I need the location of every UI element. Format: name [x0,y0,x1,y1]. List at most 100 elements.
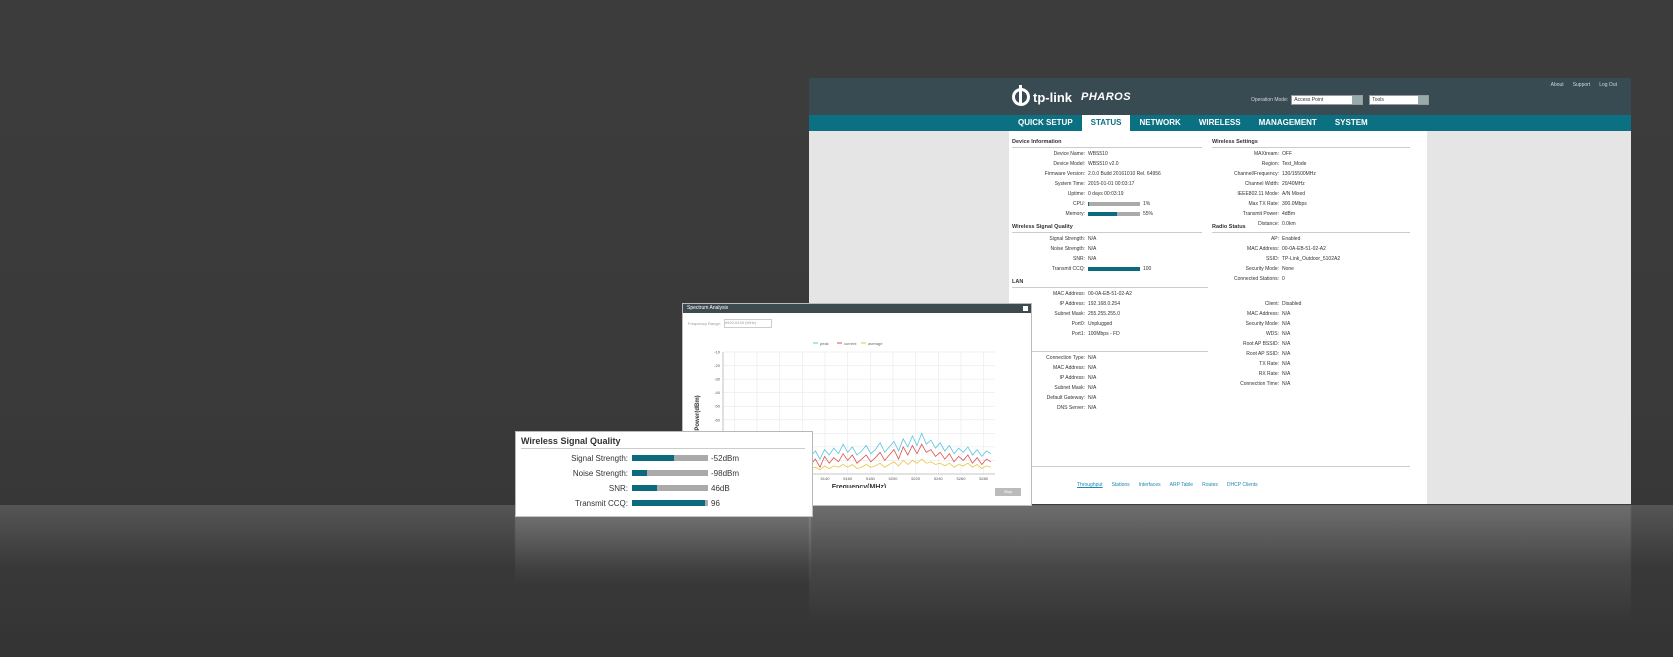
kv-key: Connection Time: [1240,381,1279,387]
kv-value-wrap: N/A [1088,403,1096,413]
tab-interfaces[interactable]: Interfaces [1139,482,1161,488]
kv-key: Root AP SSID: [1246,351,1279,357]
wireless-settings-title: Wireless Settings [1212,139,1258,145]
kv-key: Region: [1261,161,1279,167]
kv-key: MAC Address: [1053,291,1085,297]
kv-key: Security Mode: [1245,321,1279,327]
about-link[interactable]: About [1551,82,1564,88]
kv-value-wrap: N/A [1088,363,1096,373]
kv-value: Disabled [1282,301,1302,307]
kv-key: Max TX Rate: [1248,201,1279,207]
radio-status-title: Radio Status [1212,224,1246,230]
kv-row: SSID: TP-Link_Outdoor_5102A2 [1209,254,1340,264]
x-tick-label: 5220 [911,476,921,481]
wsq-key: SNR: [608,483,628,493]
tab-throughput[interactable]: Throughput [1077,482,1103,488]
kv-row: Device Model: WBS510 v2.0 [1009,159,1161,169]
kv-value: None [1282,266,1294,272]
kv-key: Device Name: [1053,151,1085,157]
level-bar-fill [1088,201,1090,206]
kv-value: 20/40MHz [1282,181,1305,187]
kv-value: 130/15500MHz [1282,171,1316,177]
close-icon[interactable] [1023,306,1028,311]
kv-value: 2015-01-01 00:03:17 [1088,181,1135,187]
kv-row: Firmware Version: 2.0.0 Build 20161010 Re… [1009,169,1161,179]
kv-row: Client: Disabled [1209,299,1302,309]
kv-key: Signal Strength: [1049,236,1085,242]
kv-key: RX Rate: [1258,371,1279,377]
kv-row: IEEE802.11 Mode: A/N Mixed [1209,189,1316,199]
level-bar-fill [1088,211,1117,216]
client-list: Client: Disabled MAC Address: N/A Security M… [1209,299,1301,389]
tools-select[interactable]: Tools [1369,95,1430,105]
wsq-value: 46dB [711,483,730,493]
kv-row: CPU: 1% [1009,199,1161,209]
stop-button[interactable]: Stop [995,488,1021,496]
level-bar [1088,201,1140,206]
kv-value: N/A [1282,331,1291,337]
tab-routes[interactable]: Routes [1202,482,1218,488]
tab-system[interactable]: SYSTEM [1326,115,1377,131]
kv-key: Channel/Frequency: [1233,171,1279,177]
wsq-title: Wireless Signal Quality [521,436,621,446]
tp-link-logo-icon [1012,85,1030,106]
operation-mode-label: Operation Mode: [1251,97,1289,103]
kv-value: 0.0km [1282,221,1296,227]
kv-value: 255.255.255.0 [1088,311,1120,317]
kv-value-wrap: 130/15500MHz [1282,169,1316,179]
kv-key: Firmware Version: [1044,171,1085,177]
kv-value-wrap: N/A [1088,254,1096,264]
tab-arp-table[interactable]: ARP Table [1170,482,1193,488]
kv-value-wrap: N/A [1282,369,1290,379]
y-tick-label: -20 [714,363,721,368]
kv-value-wrap: N/A [1088,383,1096,393]
status-content: Device Information Device Name: WBS510 Dev… [1009,131,1427,504]
kv-key: System Time: [1054,181,1085,187]
legend-label: average [868,341,883,346]
kv-value: 2.0.0 Build 20161010 Rel. 64956 [1088,171,1161,177]
kv-value: N/A [1282,371,1291,377]
kv-key: Client: [1264,301,1279,307]
kv-value: N/A [1088,355,1097,361]
kv-value-wrap: N/A [1282,339,1290,349]
kv-value: WBS510 v2.0 [1088,161,1119,167]
series-line-peak [782,432,992,464]
tab-dhcp-clients[interactable]: DHCP Clients [1227,482,1258,488]
wsq-level-bar [632,500,708,506]
divider [1012,232,1202,233]
support-link[interactable]: Support [1573,82,1591,88]
tab-quick-setup[interactable]: QUICK SETUP [1009,115,1082,131]
header-bar: tp-link PHAROS About Support Log Out Ope… [809,78,1631,115]
divider [1012,147,1202,148]
kv-row: Connection Time: N/A [1209,379,1301,389]
kv-value-wrap: 0 days 00:03:19 [1088,189,1124,199]
operation-mode-select[interactable]: Access Point [1291,95,1364,105]
y-tick-label: -50 [714,404,721,409]
level-bar [1088,211,1140,216]
kv-row: Noise Strength: N/A [1009,244,1151,254]
kv-row: MAC Address: N/A [1209,309,1301,319]
tab-network[interactable]: NETWORK [1130,115,1189,131]
kv-value-wrap: N/A [1088,234,1096,244]
x-tick-label: 5180 [866,476,876,481]
kv-value: 100Mbps - FD [1088,331,1120,337]
tab-status[interactable]: STATUS [1081,115,1131,131]
wsq-key: Noise Strength: [572,468,628,478]
kv-row: MAXtream: OFF [1209,149,1316,159]
tab-stations[interactable]: Stations [1112,482,1130,488]
y-tick-label: -40 [714,390,721,395]
kv-value: N/A [1088,395,1097,401]
kv-row: Root AP BSSID: N/A [1209,339,1301,349]
kv-value: 55% [1143,211,1154,217]
signal-quality-list: Signal Strength: N/A Noise Strength: N/A SNR… [1009,234,1151,274]
logout-link[interactable]: Log Out [1599,82,1617,88]
tab-management[interactable]: MANAGEMENT [1250,115,1326,131]
tab-wireless[interactable]: WIRELESS [1190,115,1250,131]
x-tick-label: 5160 [843,476,853,481]
wsq-row: Signal Strength: -52dBm [516,452,739,464]
device-info-list: Device Name: WBS510 Device Model: WBS510 v2… [1009,149,1161,219]
wsq-level-fill [632,455,674,461]
chevron-down-icon [1352,96,1363,104]
reflection-window [809,505,1631,625]
kv-value-wrap: None [1282,264,1294,274]
